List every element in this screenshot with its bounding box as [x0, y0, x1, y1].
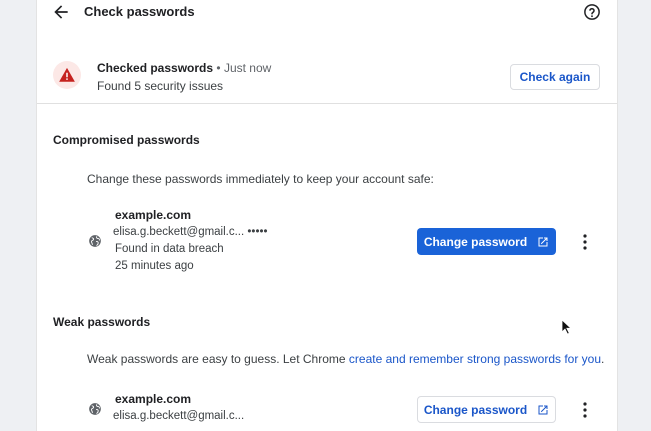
check-passwords-page: Check passwords Checked passwords • Just…	[36, 0, 618, 431]
change-password-label: Change password	[423, 402, 528, 417]
compromised-section-title: Compromised passwords	[53, 133, 200, 147]
compromised-description: Change these passwords immediately to ke…	[87, 172, 434, 186]
checked-time: Just now	[223, 61, 272, 75]
username-and-password: elisa.g.beckett@gmail.c... •••••	[113, 226, 268, 238]
username: elisa.g.beckett@gmail.c...	[113, 226, 245, 238]
weak-description: Weak passwords are easy to guess. Let Ch…	[87, 352, 604, 366]
help-icon	[584, 4, 600, 20]
warning-icon	[59, 67, 75, 82]
open-in-new-icon	[538, 405, 548, 414]
status-separator: •	[216, 61, 221, 75]
username: elisa.g.beckett@gmail.c...	[113, 410, 245, 422]
status-summary: Found 5 security issues	[97, 79, 224, 93]
check-again-button[interactable]: Check again	[510, 64, 600, 90]
globe-icon	[89, 235, 101, 247]
more-vert-icon	[583, 402, 587, 418]
arrow-back-icon	[54, 5, 68, 19]
back-button[interactable]	[51, 2, 71, 22]
globe-icon	[89, 403, 101, 415]
compromise-time: 25 minutes ago	[115, 260, 194, 272]
check-status-row: Checked passwords • Just now Found 5 sec…	[37, 52, 617, 104]
page-header: Check passwords	[37, 0, 617, 24]
help-button[interactable]	[583, 3, 601, 21]
weak-description-text: Weak passwords are easy to guess. Let Ch…	[87, 352, 349, 366]
status-heading: Checked passwords • Just now	[97, 61, 271, 75]
change-password-button[interactable]: Change password	[417, 228, 556, 255]
change-password-label: Change password	[423, 234, 528, 249]
weak-section-title: Weak passwords	[53, 315, 151, 329]
page-title: Check passwords	[84, 4, 195, 19]
more-actions-button[interactable]	[579, 401, 591, 419]
section-divider	[37, 103, 617, 104]
change-password-button[interactable]: Change password	[417, 396, 556, 423]
more-vert-icon	[583, 234, 587, 250]
strong-passwords-link[interactable]: create and remember strong passwords for…	[349, 352, 601, 366]
site-name: example.com	[115, 208, 192, 222]
compromise-reason: Found in data breach	[115, 243, 224, 255]
checked-label: Checked passwords	[97, 61, 214, 75]
mouse-cursor-icon	[561, 319, 572, 335]
open-in-new-icon	[538, 237, 548, 246]
weak-description-end: .	[601, 352, 605, 366]
site-name: example.com	[115, 392, 192, 406]
more-actions-button[interactable]	[579, 233, 591, 251]
warning-badge	[53, 61, 81, 89]
password-mask: •••••	[247, 226, 268, 238]
